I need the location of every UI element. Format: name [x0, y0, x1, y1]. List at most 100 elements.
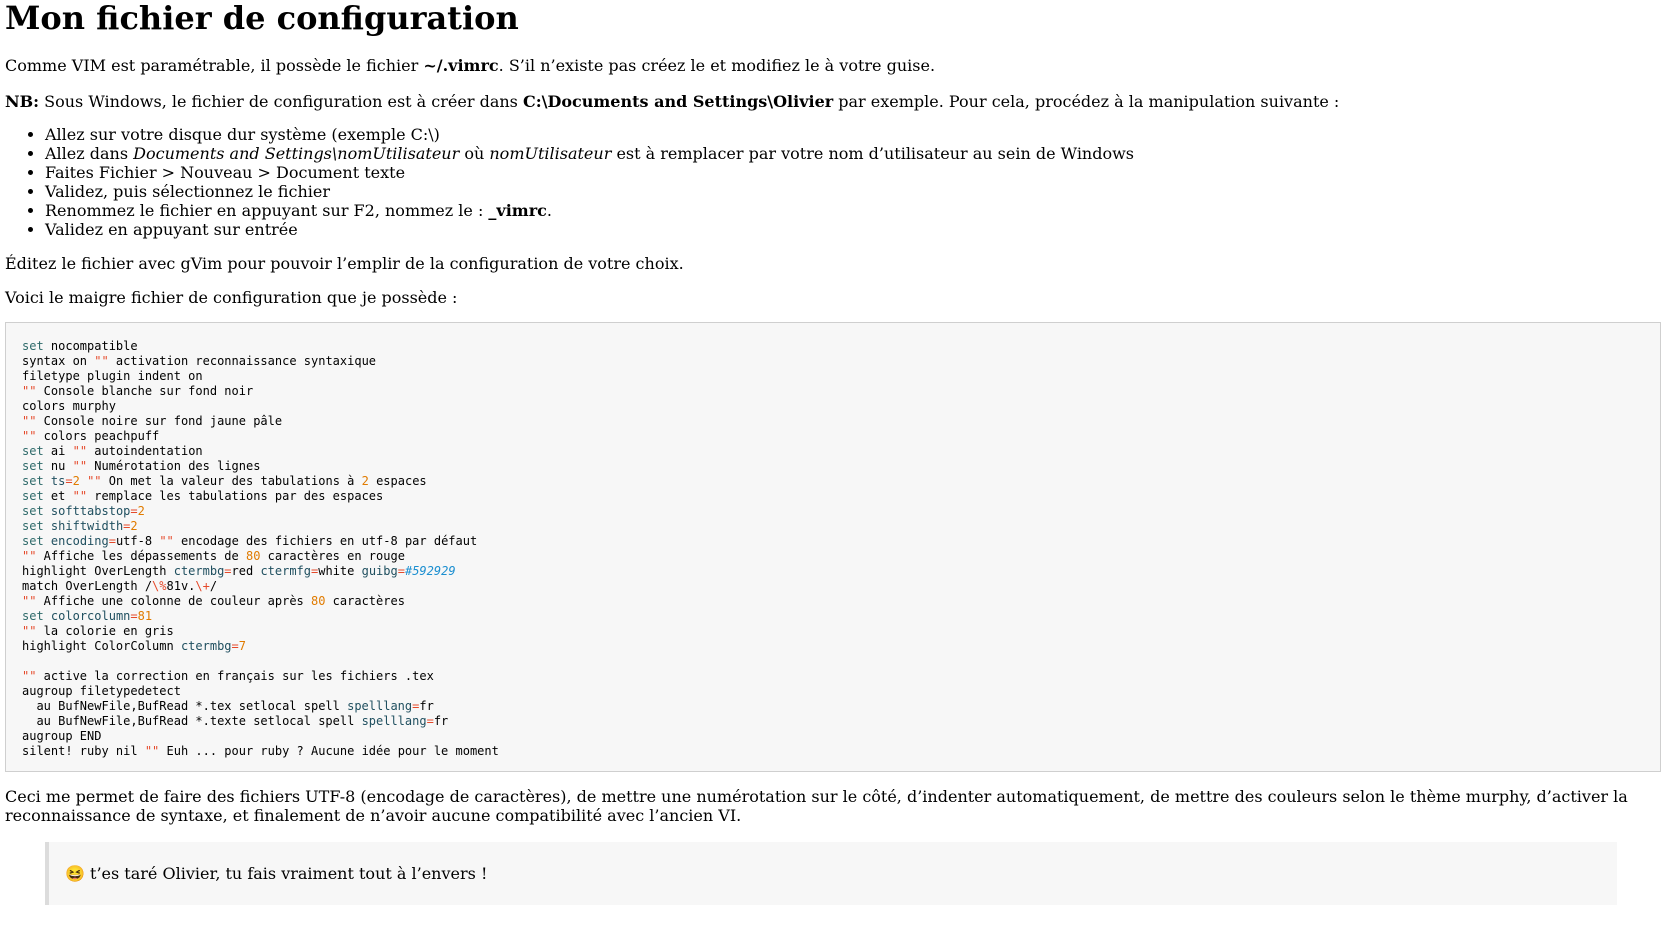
code-token: ts — [50, 474, 66, 488]
code-token: filetype plugin indent on — [22, 369, 203, 383]
code-token: utf-8 — [115, 534, 160, 548]
nb-paragraph: NB: Sous Windows, le fichier de configur… — [5, 92, 1657, 111]
code-token: augroup filetypedetect — [22, 684, 181, 698]
code-token: \+ — [195, 579, 210, 593]
windows-path: C:\Documents and Settings\Olivier — [522, 92, 834, 111]
code-token: guibg — [361, 564, 398, 578]
step-text: où — [459, 144, 490, 163]
code-line: set encoding=utf-8 "" encodage des fichi… — [22, 534, 477, 548]
code-token: = — [224, 564, 232, 578]
code-token: = — [130, 609, 138, 623]
code-token: caractères en rouge — [260, 549, 405, 563]
page-title: Mon fichier de configuration — [5, 0, 519, 37]
step-text: Allez dans — [45, 144, 134, 163]
code-token: "" — [87, 474, 102, 488]
intro-text-end: . S’il n’existe pas créez le et modifiez… — [498, 56, 936, 75]
code-token: 2 — [72, 474, 80, 488]
code-line: syntax on "" activation reconnaissance s… — [22, 354, 376, 368]
step-text: Allez sur votre disque dur système (exem… — [45, 125, 440, 144]
code-line: au BufNewFile,BufRead *.tex setlocal spe… — [22, 699, 433, 713]
code-token: la colorie en gris — [36, 624, 174, 638]
code-token: activation reconnaissance syntaxique — [108, 354, 377, 368]
code-token: white — [318, 564, 362, 578]
code-token: 80 — [245, 549, 261, 563]
code-line: colors murphy — [22, 399, 116, 413]
code-token: "" — [72, 459, 88, 473]
code-line: augroup END — [22, 729, 101, 743]
code-line: augroup filetypedetect — [22, 684, 181, 698]
code-line: highlight ColorColumn ctermbg=7 — [22, 639, 246, 653]
code-line: "" la colorie en gris — [22, 624, 174, 638]
code-line: set et "" remplace les tabulations par d… — [22, 489, 383, 503]
steps-list: Allez sur votre disque dur système (exem… — [5, 125, 1657, 239]
code-token: "" — [22, 594, 37, 608]
code-token: ctermbg — [173, 564, 225, 578]
code-token: highlight OverLength — [22, 564, 174, 578]
code-token: colors murphy — [22, 399, 116, 413]
code-token: Console noire sur fond jaune pâle — [36, 414, 283, 428]
intro-paragraph: Comme VIM est paramétrable, il possède l… — [5, 56, 1657, 75]
code-token: Console blanche sur fond noir — [36, 384, 254, 398]
code-token: 2 — [130, 519, 138, 533]
code-token: syntax on — [22, 354, 95, 368]
code-token: "" — [22, 624, 37, 638]
code-token: Affiche une colonne de couleur après — [36, 594, 311, 608]
code-token: spelllang — [361, 714, 427, 728]
summary-paragraph: Ceci me permet de faire des fichiers UTF… — [5, 787, 1628, 825]
vimrc-filename: ~/.vimrc — [423, 56, 499, 75]
code-token: = — [231, 639, 239, 653]
nb-label: NB: — [5, 92, 40, 111]
code-token: 7 — [238, 639, 246, 653]
code-token: softtabstop — [50, 504, 131, 518]
article: Mon fichier de configuration Comme VIM e… — [0, 0, 1662, 905]
code-token: "" — [22, 549, 37, 563]
code-line: silent! ruby nil "" Euh ... pour ruby ? … — [22, 744, 499, 758]
code-token: "" — [22, 414, 37, 428]
code-token: Numérotation des lignes — [87, 459, 261, 473]
code-line: "" active la correction en français sur … — [22, 669, 434, 683]
code-line: set nocompatible — [22, 339, 138, 353]
code-token: silent! ruby nil — [22, 744, 145, 758]
list-item: Validez, puis sélectionnez le fichier — [45, 182, 1657, 201]
edit-paragraph: Éditez le fichier avec gVim pour pouvoir… — [5, 254, 684, 273]
step-text: . — [546, 201, 552, 220]
nb-text: Sous Windows, le fichier de configuratio… — [39, 92, 523, 111]
code-line: set ts=2 "" On met la valeur des tabulat… — [22, 474, 427, 488]
step-username: nomUtilisateur — [489, 144, 612, 163]
step-text: Validez, puis sélectionnez le fichier — [45, 182, 330, 201]
code-token: set — [22, 609, 44, 623]
code-token: set — [22, 474, 44, 488]
code-token: et — [43, 489, 73, 503]
code-line: highlight OverLength ctermbg=red ctermfg… — [22, 564, 456, 578]
code-token: 2 — [137, 504, 145, 518]
code-token: \% — [152, 579, 167, 593]
list-item: Allez sur votre disque dur système (exem… — [45, 125, 1657, 144]
code-token: "" — [94, 354, 109, 368]
code-line: "" Affiche les dépassements de 80 caract… — [22, 549, 405, 563]
code-line: set ai "" autoindentation — [22, 444, 203, 458]
code-line: set shiftwidth=2 — [22, 519, 138, 533]
list-item: Validez en appuyant sur entrée — [45, 220, 1657, 239]
code-block[interactable]: set nocompatible syntax on "" activation… — [5, 322, 1661, 772]
list-item: Allez dans Documents and Settings\nomUti… — [45, 144, 1657, 163]
code-token: "" — [72, 489, 88, 503]
code-token: set — [22, 519, 44, 533]
code-token: spelllang — [347, 699, 413, 713]
code-token: "" — [22, 384, 37, 398]
code-token: match OverLength / — [22, 579, 153, 593]
laughing-emoji-icon: 😆 — [65, 864, 85, 883]
code-token: highlight ColorColumn — [22, 639, 181, 653]
intro-text: Comme VIM est paramétrable, il possède l… — [5, 56, 424, 75]
code-token: set — [22, 339, 44, 353]
code-token: encodage des fichiers en utf-8 par défau… — [173, 534, 478, 548]
step-filename: _vimrc — [488, 201, 547, 220]
code-token: augroup END — [22, 729, 102, 743]
code-token: encoding — [50, 534, 109, 548]
code-line: match OverLength /\%81v.\+/ — [22, 579, 217, 593]
code-line: set nu "" Numérotation des lignes — [22, 459, 260, 473]
nb-text-end: par exemple. Pour cela, procédez à la ma… — [833, 92, 1340, 111]
